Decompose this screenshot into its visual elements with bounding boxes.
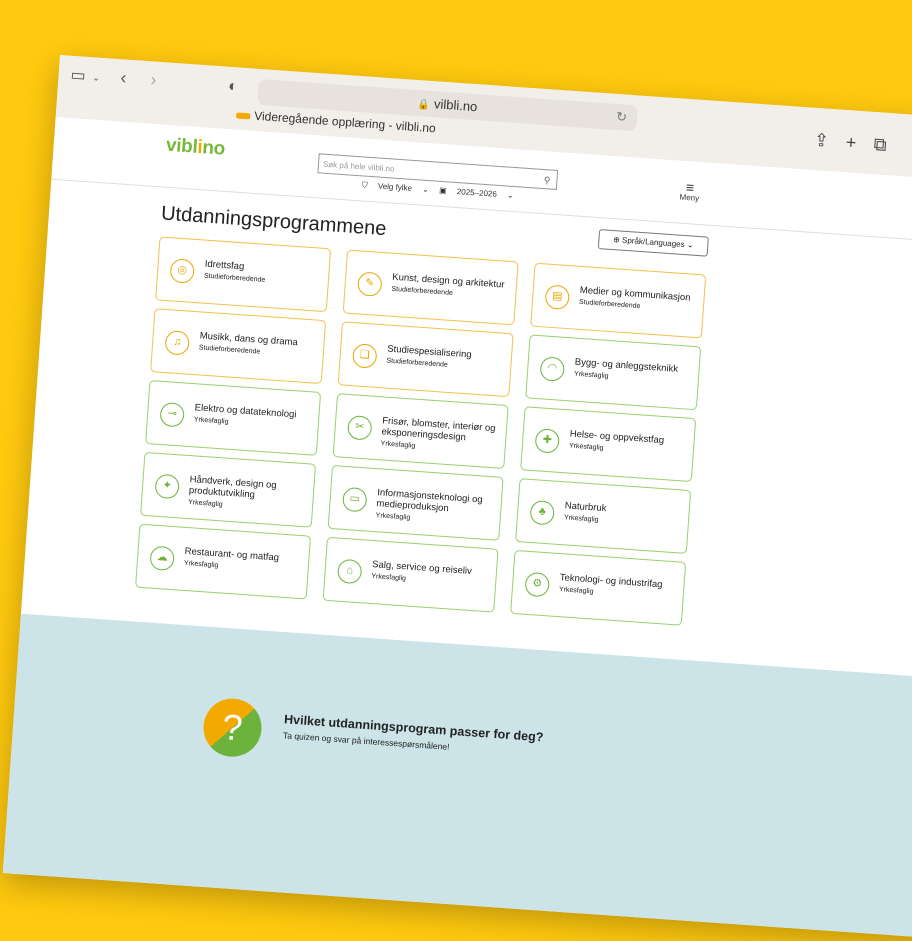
program-name: Medier og kommunikasjon Studieforberedend… — [579, 285, 700, 316]
program-card[interactable]: ♫ Musikk, dans og drama Studieforberedende — [150, 308, 327, 385]
program-type: Yrkesfaglig — [563, 514, 599, 524]
program-name: Studiespesialisering Studieforberedende — [386, 344, 507, 375]
program-card[interactable]: ⚙ Teknologi- og industrifag Yrkesfaglig — [510, 549, 687, 626]
helmet-icon: ◠ — [539, 356, 566, 382]
book-icon: ❑ — [351, 343, 378, 369]
program-name: Teknologi- og industrifag Yrkesfaglig — [559, 572, 680, 603]
chef-hat-icon: ☁ — [149, 545, 175, 572]
program-card[interactable]: ◎ Idrettsfag Studieforberedende — [155, 236, 332, 313]
back-icon[interactable]: ‹ — [120, 67, 127, 87]
chevron-down-icon[interactable]: ⌄ — [92, 69, 101, 85]
program-type: Studieforberedende — [203, 272, 266, 284]
program-name: Håndverk, design og produktutvikling Yrke… — [188, 474, 310, 516]
program-card[interactable]: ▭ Informasjonsteknologi og medieproduksjo… — [327, 464, 504, 541]
program-name: Naturbruk Yrkesfaglig — [564, 500, 685, 531]
favicon — [236, 112, 251, 120]
program-card[interactable]: ☁ Restaurant- og matfag Yrkesfaglig — [135, 523, 312, 600]
share-icon[interactable]: ⇪ — [813, 130, 829, 152]
craft-icon: ✦ — [154, 473, 180, 500]
vilbli-logo[interactable]: viblino — [165, 134, 226, 161]
program-name: Helse- og oppvekstfag Yrkesfaglig — [569, 428, 690, 459]
program-name: Bygg- og anleggsteknikk Yrkesfaglig — [574, 357, 695, 388]
forward-icon[interactable]: › — [150, 69, 157, 89]
program-card[interactable]: ⊸ Elektro og datateknologi Yrkesfaglig — [145, 380, 322, 456]
search-icon[interactable]: ⚲ — [543, 170, 551, 190]
year-select[interactable]: ▣ 2025–2026 ⌄ — [439, 186, 514, 200]
program-card[interactable]: ⌂ Salg, service og reiseliv Yrkesfaglig — [322, 536, 499, 613]
program-name: Salg, service og reiseliv Yrkesfaglig — [371, 559, 492, 590]
question-mark-icon[interactable]: ? — [201, 696, 264, 759]
program-name: Informasjonsteknologi og medieproduksjon… — [375, 487, 497, 529]
county-select[interactable]: ⛉ Velg fylke ⌄ — [361, 180, 429, 194]
health-icon: ✚ — [534, 428, 561, 454]
shield-icon: ⛉ — [361, 180, 371, 190]
language-button[interactable]: ⊕ Språk/Languages ⌄ — [597, 229, 709, 257]
logo-text-start: vibl — [165, 134, 199, 158]
new-tab-icon[interactable]: + — [845, 132, 857, 154]
browser-window: ▭ ⌄ ‹ › ◐ 🔒 vilbli.no ↻ Videregående oppl… — [2, 55, 912, 941]
program-name-text: Informasjonsteknologi og medieproduksjon — [376, 487, 483, 515]
language-button-label: Språk/Languages — [621, 235, 685, 250]
media-icon: ▤ — [544, 284, 571, 311]
monitor-icon: ▭ — [341, 486, 368, 513]
calendar-icon: ▣ — [438, 185, 450, 196]
program-card[interactable]: ♣ Naturbruk Yrkesfaglig — [515, 478, 692, 554]
program-name: Restaurant- og matfag Yrkesfaglig — [183, 546, 304, 577]
logo-text-end: no — [201, 137, 226, 160]
program-card[interactable]: ✚ Helse- og oppvekstfag Yrkesfaglig — [520, 406, 697, 483]
program-card[interactable]: ◠ Bygg- og anleggsteknikk Yrkesfaglig — [525, 334, 702, 411]
program-card[interactable]: ✦ Håndverk, design og produktutvikling Yrk… — [140, 451, 317, 528]
pencil-icon: ✎ — [356, 271, 383, 297]
privacy-shield-icon[interactable]: ◐ — [228, 78, 239, 96]
lock-icon: 🔒 — [417, 99, 431, 111]
reload-icon[interactable]: ↻ — [615, 104, 628, 131]
music-icon: ♫ — [164, 330, 191, 356]
program-card[interactable]: ✂ Frisør, blomster, interiør og eksponeri… — [332, 393, 509, 469]
program-name: Idrettsfag Studieforberedende — [204, 259, 325, 290]
shop-icon: ⌂ — [336, 558, 363, 585]
gear-icon: ⚙ — [524, 571, 551, 598]
scissors-icon: ✂ — [346, 415, 373, 441]
program-card[interactable]: ▤ Medier og kommunikasjon Studieforbereden… — [530, 262, 707, 339]
menu-label: Meny — [679, 192, 700, 203]
tree-icon: ♣ — [529, 499, 556, 526]
search-input[interactable]: Søk på hele vilbli.no ⚲ — [317, 153, 559, 190]
program-card[interactable]: ❑ Studiespesialisering Studieforberedende — [337, 321, 514, 398]
page-title: Utdanningsprogrammene — [160, 202, 388, 241]
tab-overview-icon[interactable]: ⧉ — [873, 134, 887, 156]
plug-icon: ⊸ — [159, 401, 185, 428]
sidebar-toggle-icon[interactable]: ▭ — [70, 67, 86, 85]
program-card[interactable]: ✎ Kunst, design og arkitektur Studieforber… — [342, 249, 519, 326]
program-name: Musikk, dans og drama Studieforberedende — [199, 330, 320, 361]
year-select-label: 2025–2026 — [456, 187, 498, 199]
county-select-label: Velg fylke — [377, 181, 413, 193]
quiz-banner: ? Hvilket utdanningsprogram passer for d… — [2, 613, 912, 941]
sport-icon: ◎ — [169, 258, 196, 284]
program-name-text: Håndverk, design og produktutvikling — [188, 474, 278, 501]
search-placeholder: Søk på hele vilbli.no — [322, 159, 395, 174]
menu-button[interactable]: ≡ Meny — [679, 179, 700, 203]
program-name: Elektro og datateknologi Yrkesfaglig — [194, 402, 315, 433]
program-name: Kunst, design og arkitektur Studieforbere… — [391, 272, 512, 303]
url-text: vilbli.no — [433, 96, 478, 115]
program-name: Frisør, blomster, interiør og eksponerin… — [380, 415, 502, 457]
